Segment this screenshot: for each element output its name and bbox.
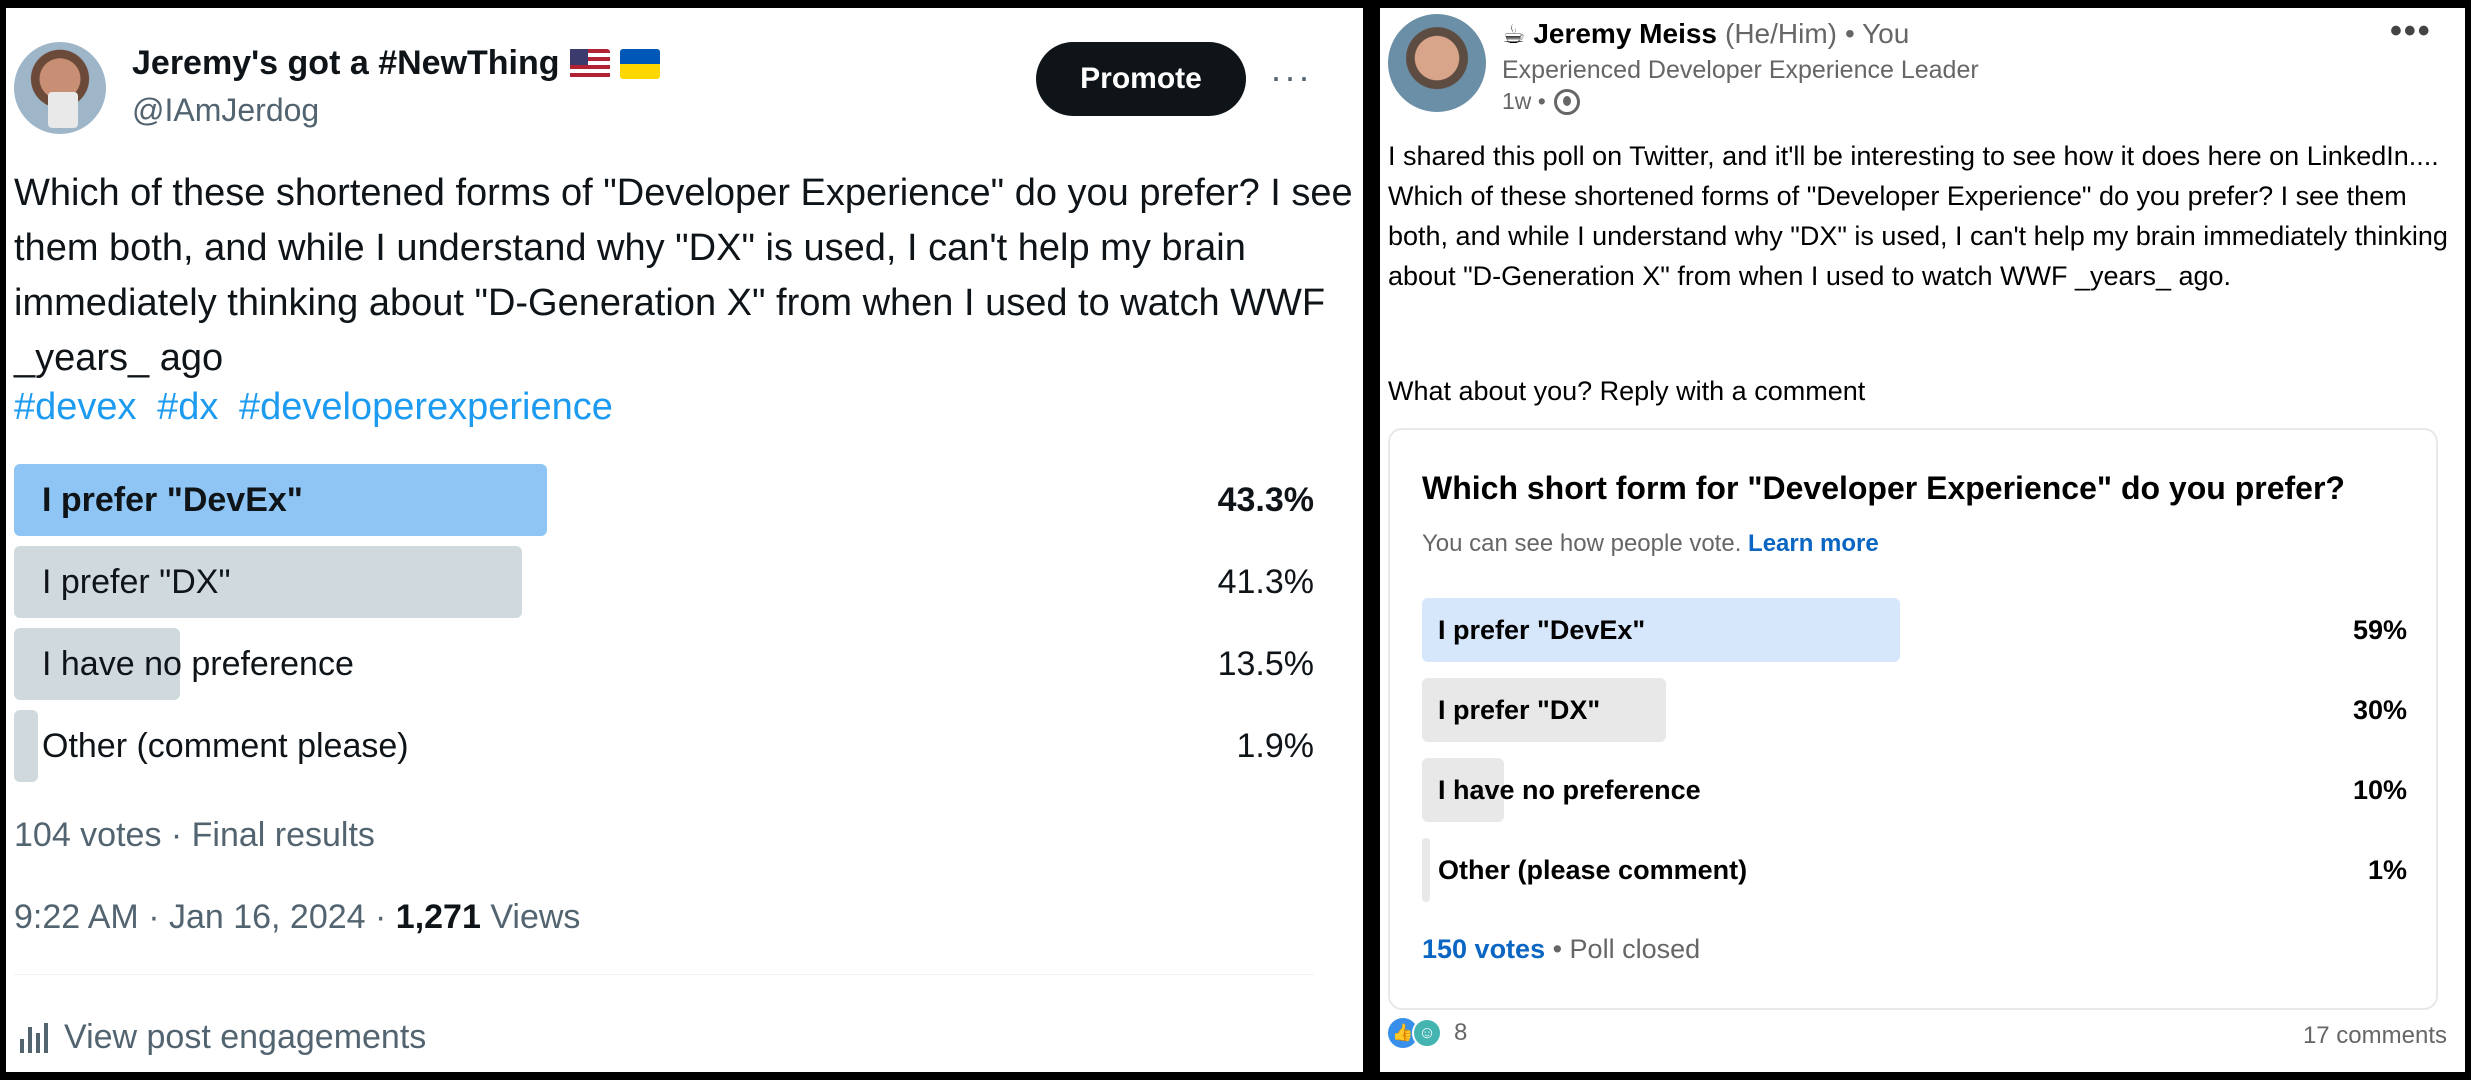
poll-option: I have no preference 10% (1422, 758, 2407, 822)
author-name-row: ☕ Jeremy Meiss (He/Him) • You (1502, 18, 1909, 50)
poll-option: I prefer "DevEx" 59% (1422, 598, 2407, 662)
divider (14, 974, 1314, 975)
reactions-count: 8 (1454, 1019, 1468, 1046)
author-pronouns: (He/Him) (1725, 18, 1837, 49)
poll-option: I prefer "DX" 30% (1422, 678, 2407, 742)
poll-option: I prefer "DX" 41.3% (14, 546, 1314, 618)
poll-footer: 150 votes • Poll closed (1422, 934, 1700, 965)
poll-option-percent: 13.5% (1217, 645, 1314, 683)
views-count: 1,271 (395, 898, 481, 936)
analytics-icon (20, 1022, 48, 1053)
poll-visibility-note: You can see how people vote. Learn more (1422, 530, 1879, 558)
poll-result-bar (1422, 838, 1430, 902)
author-avatar[interactable] (1388, 14, 1486, 112)
poll-option: Other (please comment) 1% (1422, 838, 2407, 902)
poll-option-percent: 30% (2352, 695, 2407, 725)
poll-option-label: I prefer "DX" (1438, 695, 1601, 725)
poll-option-label: I prefer "DevEx" (1438, 615, 1646, 645)
linkedin-post: ☕ Jeremy Meiss (He/Him) • You Experience… (1380, 8, 2465, 1072)
post-time: 1w • (1502, 88, 1580, 115)
poll-option-label: Other (comment please) (42, 727, 409, 765)
post-meta: 9:22 AM · Jan 16, 2024 · 1,271 Views (14, 898, 580, 937)
coffee-icon: ☕ (1502, 18, 1526, 49)
post-timestamp[interactable]: 9:22 AM · Jan 16, 2024 · (14, 898, 396, 936)
hashtags: #devex #dx #developerexperience (14, 386, 623, 429)
poll-question: Which short form for "Developer Experien… (1422, 470, 2345, 506)
poll-card: Which short form for "Developer Experien… (1388, 428, 2438, 1010)
mug-icon (48, 92, 78, 128)
more-options-icon[interactable]: ··· (1270, 56, 1312, 98)
ukraine-flag-icon (619, 48, 660, 79)
poll-option-percent: 59% (2352, 615, 2407, 645)
globe-icon (1553, 88, 1580, 115)
poll-option-label: I prefer "DevEx" (42, 481, 303, 519)
poll-result-bar (14, 710, 38, 782)
poll-options: I prefer "DevEx" 59% I prefer "DX" 30% I… (1422, 598, 2407, 918)
post-text: Which of these shortened forms of "Devel… (14, 172, 1353, 379)
author-avatar[interactable] (14, 42, 106, 134)
poll-note-text: You can see how people vote. (1422, 530, 1742, 557)
author-relation: • You (1845, 18, 1910, 49)
author-handle[interactable]: @IAmJerdog (132, 92, 319, 129)
author-name[interactable]: Jeremy Meiss (1533, 18, 1717, 50)
poll-option-percent: 1.9% (1236, 727, 1315, 765)
learn-more-link[interactable]: Learn more (1748, 530, 1879, 557)
poll-option: I prefer "DevEx" 43.3% (14, 464, 1314, 536)
poll-option-label: I have no preference (42, 645, 354, 683)
post-text: I shared this poll on Twitter, and it'll… (1388, 141, 2448, 291)
poll-option-label: I have no preference (1438, 775, 1701, 805)
poll-votes-summary: 104 votes · Final results (14, 816, 375, 854)
views-label: Views (480, 898, 581, 936)
author-name[interactable]: Jeremy's got a #NewThing (132, 44, 560, 83)
hashtag-link[interactable]: #developerexperience (239, 386, 613, 428)
post-call-to-action: What about you? Reply with a comment (1388, 376, 1866, 406)
poll-status: • Poll closed (1545, 934, 1701, 964)
reactions-summary[interactable]: 👍 ☺ 8 (1388, 1018, 1467, 1048)
us-flag-icon (569, 48, 610, 79)
poll-option: Other (comment please) 1.9% (14, 710, 1314, 782)
hashtag-link[interactable]: #devex (14, 386, 137, 428)
view-engagements-link[interactable]: View post engagements (20, 1018, 426, 1057)
poll-option-percent: 10% (2352, 775, 2407, 805)
poll: I prefer "DevEx" 43.3% I prefer "DX" 41.… (14, 464, 1314, 792)
poll-option-label: Other (please comment) (1438, 855, 1748, 885)
poll-votes-link[interactable]: 150 votes (1422, 934, 1545, 964)
poll-option-percent: 41.3% (1217, 563, 1314, 601)
more-options-icon[interactable]: ••• (2390, 12, 2432, 51)
poll-option-percent: 43.3% (1217, 481, 1314, 519)
funny-reaction-icon: ☺ (1412, 1018, 1442, 1048)
poll-option-label: I prefer "DX" (42, 563, 231, 601)
post-age: 1w • (1502, 88, 1546, 114)
promote-button[interactable]: Promote (1036, 42, 1246, 116)
poll-option: I have no preference 13.5% (14, 628, 1314, 700)
comments-count-link[interactable]: 17 comments (2303, 1022, 2447, 1050)
poll-option-percent: 1% (2367, 855, 2407, 885)
author-headline: Experienced Developer Experience Leader (1502, 56, 1979, 84)
hashtag-link[interactable]: #dx (157, 386, 218, 428)
author-name-row: Jeremy's got a #NewThing (132, 44, 660, 83)
twitter-post: Jeremy's got a #NewThing @IAmJerdog Prom… (6, 8, 1363, 1072)
view-engagements-label: View post engagements (64, 1018, 427, 1056)
